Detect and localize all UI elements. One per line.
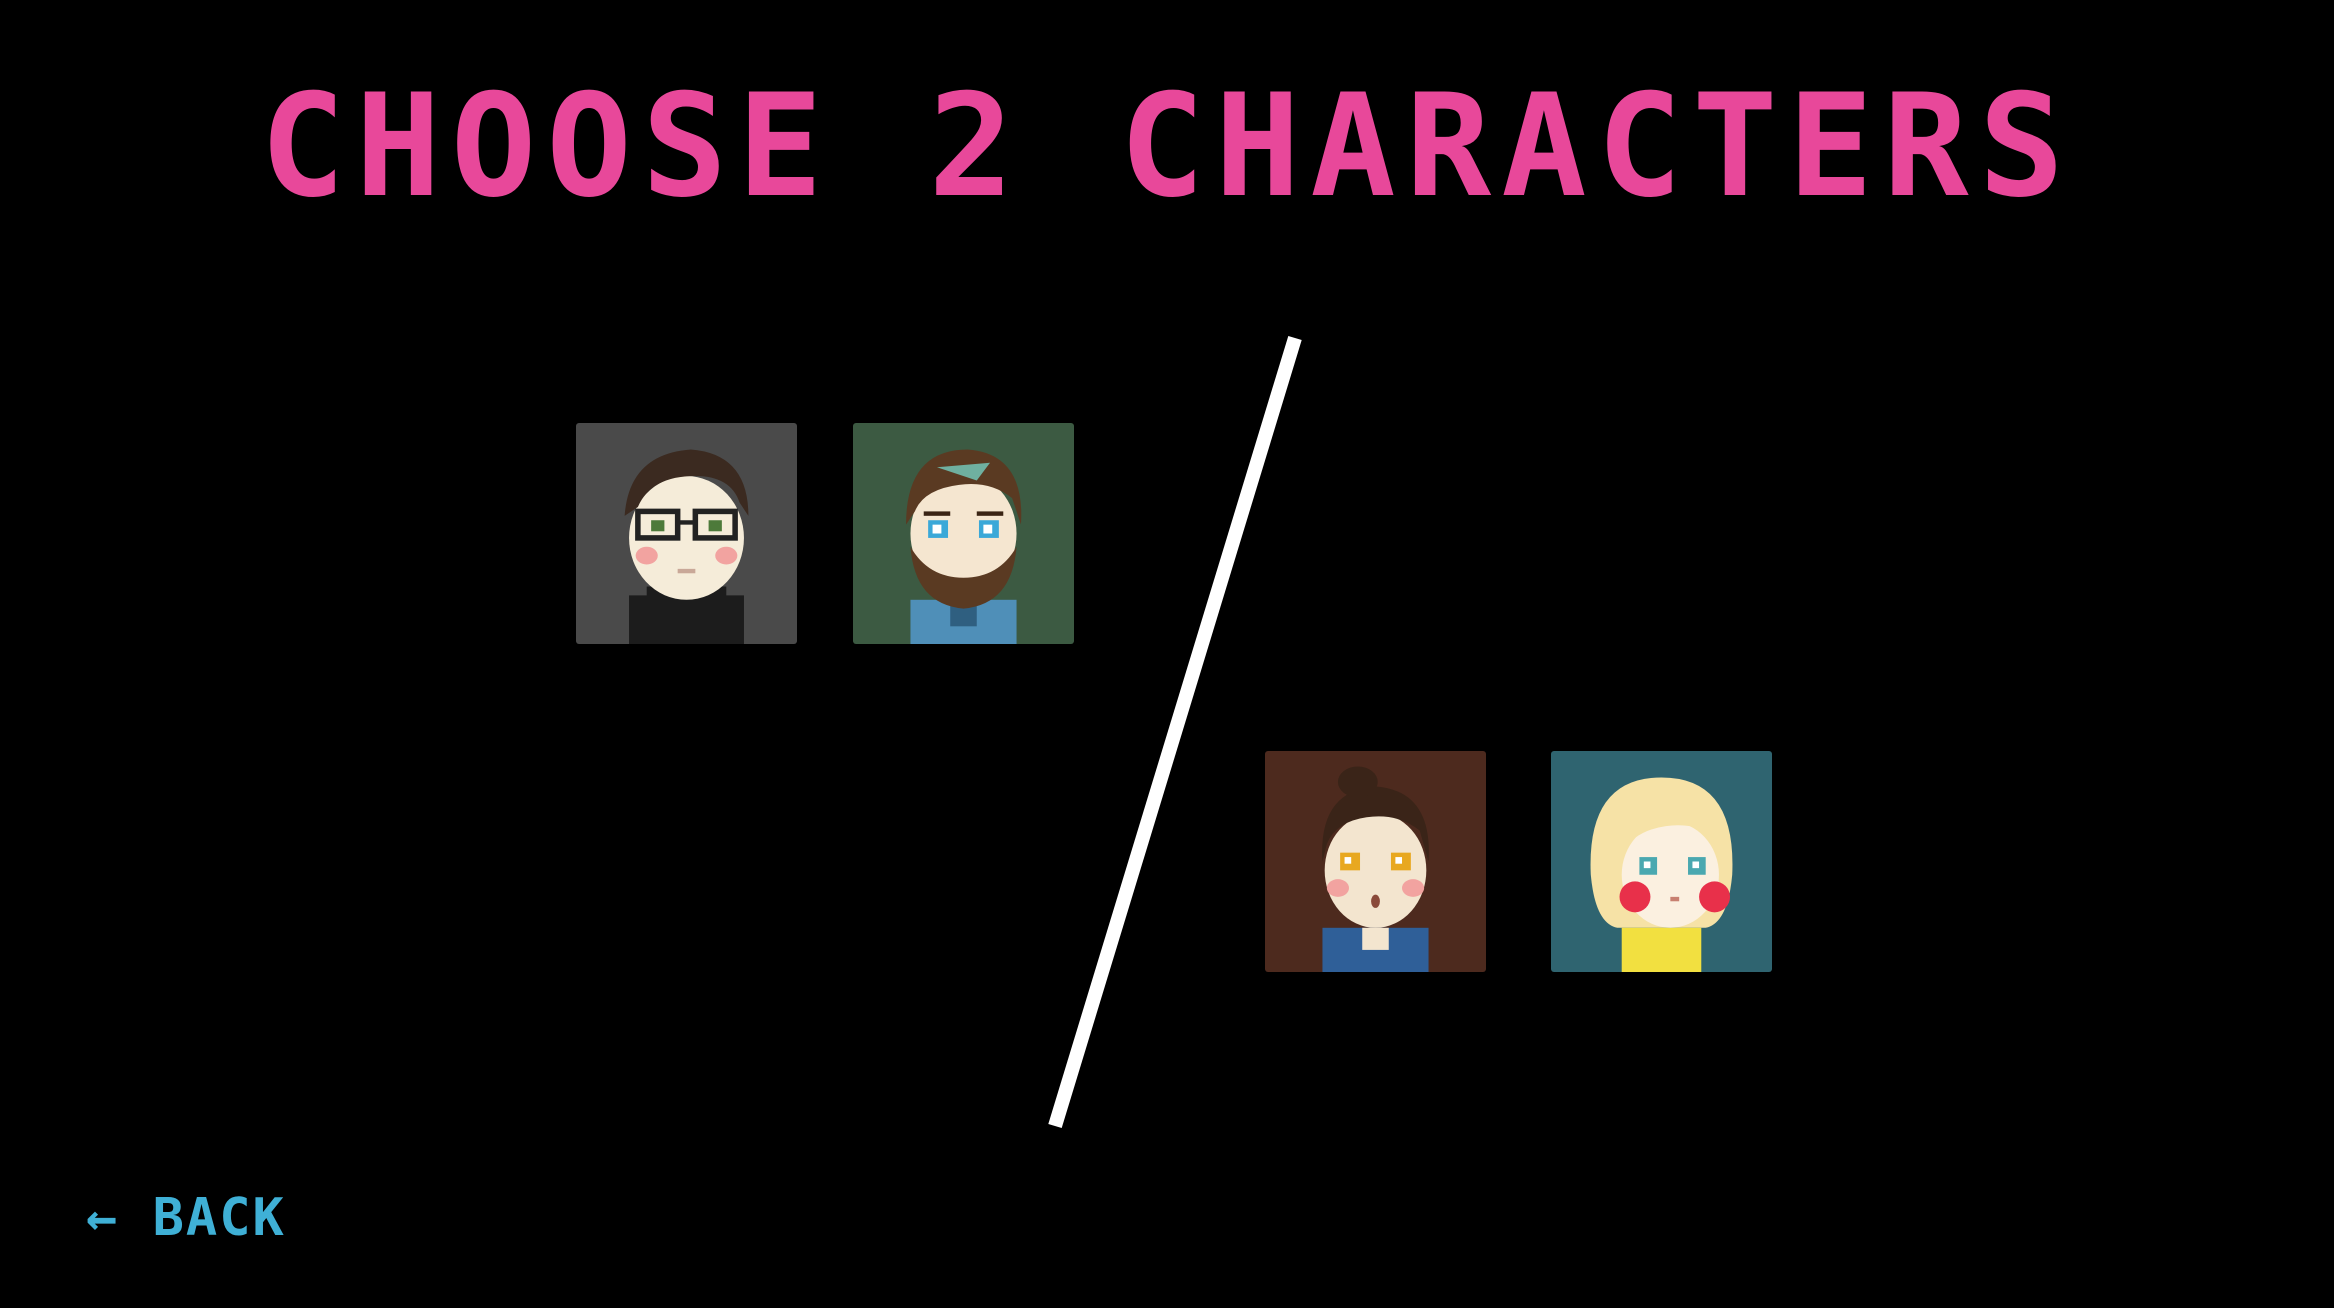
character-portrait-blonde-girl[interactable] (1551, 751, 1772, 972)
glasses-man-portrait-icon (576, 423, 797, 644)
character-portrait-glasses-man[interactable] (576, 423, 797, 644)
bearded-man-portrait-icon (853, 423, 1074, 644)
character-portrait-brown-hair-woman[interactable] (1265, 751, 1486, 972)
blonde-girl-portrait-icon (1551, 751, 1772, 972)
character-portrait-bearded-man[interactable] (853, 423, 1074, 644)
brown-hair-woman-portrait-icon (1265, 751, 1486, 972)
back-button[interactable]: ← BACK (86, 1188, 286, 1248)
slash-divider (1048, 335, 1302, 1129)
